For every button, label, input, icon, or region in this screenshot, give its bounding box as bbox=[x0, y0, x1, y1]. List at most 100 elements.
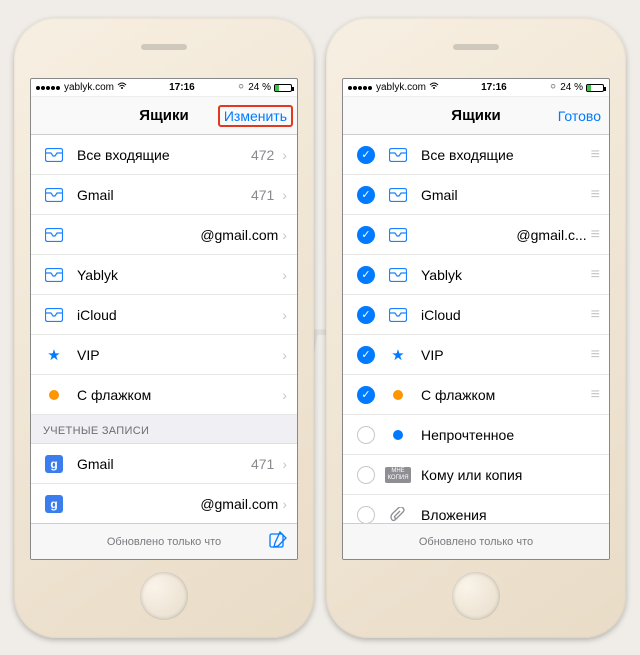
edit-row-gmailcom[interactable]: ✓ @gmail.c... ≡ bbox=[343, 215, 609, 255]
drag-handle-icon[interactable]: ≡ bbox=[591, 346, 599, 364]
toolbar: Обновлено только что bbox=[31, 523, 297, 559]
checkbox-checked[interactable]: ✓ bbox=[355, 386, 377, 404]
edit-row-icloud[interactable]: ✓ iCloud ≡ bbox=[343, 295, 609, 335]
drag-handle-icon[interactable]: ≡ bbox=[591, 386, 599, 404]
checkbox-unchecked[interactable] bbox=[355, 506, 377, 524]
compose-button[interactable] bbox=[269, 531, 287, 552]
checkbox-checked[interactable]: ✓ bbox=[355, 346, 377, 364]
inbox-icon bbox=[387, 228, 409, 242]
carrier-label: yablyk.com bbox=[376, 82, 426, 93]
wifi-icon bbox=[117, 82, 127, 93]
checkbox-checked[interactable]: ✓ bbox=[355, 186, 377, 204]
device-frame-left: yablyk.com 17:16 ⚪︎ 24 % Ящики Изменить bbox=[14, 18, 314, 638]
mailbox-edit-list: ✓ Все входящие ≡ ✓ Gmail ≡ ✓ @gmail.c...… bbox=[343, 135, 609, 523]
inbox-icon bbox=[387, 308, 409, 322]
chevron-right-icon: › bbox=[282, 347, 287, 363]
drag-handle-icon[interactable]: ≡ bbox=[591, 306, 599, 324]
mailbox-row-gmail[interactable]: Gmail 471 › bbox=[31, 175, 297, 215]
row-label: Кому или копия bbox=[421, 467, 599, 483]
edit-row-yablyk[interactable]: ✓ Yablyk ≡ bbox=[343, 255, 609, 295]
drag-handle-icon[interactable]: ≡ bbox=[591, 226, 599, 244]
row-label: @gmail.com bbox=[77, 496, 282, 512]
account-row-gmail[interactable]: g Gmail 471 › bbox=[31, 444, 297, 484]
chevron-right-icon: › bbox=[282, 267, 287, 283]
checkbox-checked[interactable]: ✓ bbox=[355, 146, 377, 164]
flag-icon bbox=[43, 390, 65, 400]
clock-label: 17:16 bbox=[481, 82, 507, 93]
carrier-label: yablyk.com bbox=[64, 82, 114, 93]
row-label: @gmail.com bbox=[77, 227, 282, 243]
edit-row-tocc[interactable]: МНЕКОПИЯ Кому или копия bbox=[343, 455, 609, 495]
inbox-icon bbox=[43, 188, 65, 202]
screen-left: yablyk.com 17:16 ⚪︎ 24 % Ящики Изменить bbox=[30, 78, 298, 560]
inbox-icon bbox=[43, 228, 65, 242]
row-label: Gmail bbox=[421, 187, 591, 203]
toolbar: Обновлено только что bbox=[343, 523, 609, 559]
unread-icon bbox=[387, 430, 409, 440]
mailbox-list: Все входящие 472 › Gmail 471 › @gmail.co… bbox=[31, 135, 297, 415]
row-label: С флажком bbox=[421, 387, 591, 403]
checkbox-unchecked[interactable] bbox=[355, 426, 377, 444]
mailbox-row-gmailcom[interactable]: @gmail.com › bbox=[31, 215, 297, 255]
edit-row-vip[interactable]: ✓ ★ VIP ≡ bbox=[343, 335, 609, 375]
status-bar: yablyk.com 17:16 ⚪︎ 24 % bbox=[343, 79, 609, 97]
drag-handle-icon[interactable]: ≡ bbox=[591, 146, 599, 164]
wifi-icon bbox=[429, 82, 439, 93]
checkbox-unchecked[interactable] bbox=[355, 466, 377, 484]
chevron-right-icon: › bbox=[282, 227, 287, 243]
chevron-right-icon: › bbox=[282, 456, 287, 472]
row-label: Вложения bbox=[421, 507, 599, 523]
checkbox-checked[interactable]: ✓ bbox=[355, 306, 377, 324]
row-label: @gmail.c... bbox=[421, 227, 591, 243]
google-icon: g bbox=[43, 455, 65, 473]
drag-handle-icon[interactable]: ≡ bbox=[591, 266, 599, 284]
cc-icon: МНЕКОПИЯ bbox=[387, 467, 409, 483]
status-bar: yablyk.com 17:16 ⚪︎ 24 % bbox=[31, 79, 297, 97]
row-label: Все входящие bbox=[421, 147, 591, 163]
inbox-icon bbox=[43, 268, 65, 282]
google-icon: g bbox=[43, 495, 65, 513]
battery-icon bbox=[586, 84, 604, 92]
mailbox-row-flagged[interactable]: С флажком › bbox=[31, 375, 297, 415]
account-row-gmailcom[interactable]: g @gmail.com › bbox=[31, 484, 297, 523]
page-title: Ящики bbox=[139, 107, 188, 124]
mailbox-row-vip[interactable]: ★ VIP › bbox=[31, 335, 297, 375]
row-label: Gmail bbox=[77, 187, 251, 203]
edit-row-unread[interactable]: Непрочтенное bbox=[343, 415, 609, 455]
edit-row-gmail[interactable]: ✓ Gmail ≡ bbox=[343, 175, 609, 215]
row-label: Yablyk bbox=[77, 267, 282, 283]
done-button[interactable]: Готово bbox=[558, 108, 601, 124]
status-text: Обновлено только что bbox=[107, 536, 221, 548]
row-label: Gmail bbox=[77, 456, 251, 472]
row-label: iCloud bbox=[77, 307, 282, 323]
edit-row-attachments[interactable]: Вложения bbox=[343, 495, 609, 523]
nav-bar: Ящики Изменить bbox=[31, 97, 297, 135]
chevron-right-icon: › bbox=[282, 187, 287, 203]
mailbox-row-icloud[interactable]: iCloud › bbox=[31, 295, 297, 335]
row-label: С флажком bbox=[77, 387, 282, 403]
attachment-icon bbox=[387, 507, 409, 523]
status-text: Обновлено только что bbox=[419, 536, 533, 548]
row-count: 472 bbox=[251, 147, 274, 163]
signal-dots-icon bbox=[348, 82, 373, 93]
row-label: Непрочтенное bbox=[421, 427, 599, 443]
checkbox-checked[interactable]: ✓ bbox=[355, 226, 377, 244]
inbox-all-icon bbox=[43, 148, 65, 162]
mailbox-row-yablyk[interactable]: Yablyk › bbox=[31, 255, 297, 295]
screen-right: yablyk.com 17:16 ⚪︎ 24 % Ящики Готово ✓ bbox=[342, 78, 610, 560]
battery-icon bbox=[274, 84, 292, 92]
chevron-right-icon: › bbox=[282, 496, 287, 512]
edit-row-flagged[interactable]: ✓ С флажком ≡ bbox=[343, 375, 609, 415]
device-frame-right: yablyk.com 17:16 ⚪︎ 24 % Ящики Готово ✓ bbox=[326, 18, 626, 638]
battery-percent: 24 % bbox=[248, 82, 271, 93]
edit-row-all-inboxes[interactable]: ✓ Все входящие ≡ bbox=[343, 135, 609, 175]
drag-handle-icon[interactable]: ≡ bbox=[591, 186, 599, 204]
accounts-list: g Gmail 471 › g @gmail.com › bbox=[31, 444, 297, 523]
row-label: iCloud bbox=[421, 307, 591, 323]
mailbox-row-all-inboxes[interactable]: Все входящие 472 › bbox=[31, 135, 297, 175]
checkbox-checked[interactable]: ✓ bbox=[355, 266, 377, 284]
edit-button[interactable]: Изменить bbox=[218, 105, 293, 127]
inbox-icon bbox=[387, 268, 409, 282]
signal-dots-icon bbox=[36, 82, 61, 93]
chevron-right-icon: › bbox=[282, 387, 287, 403]
